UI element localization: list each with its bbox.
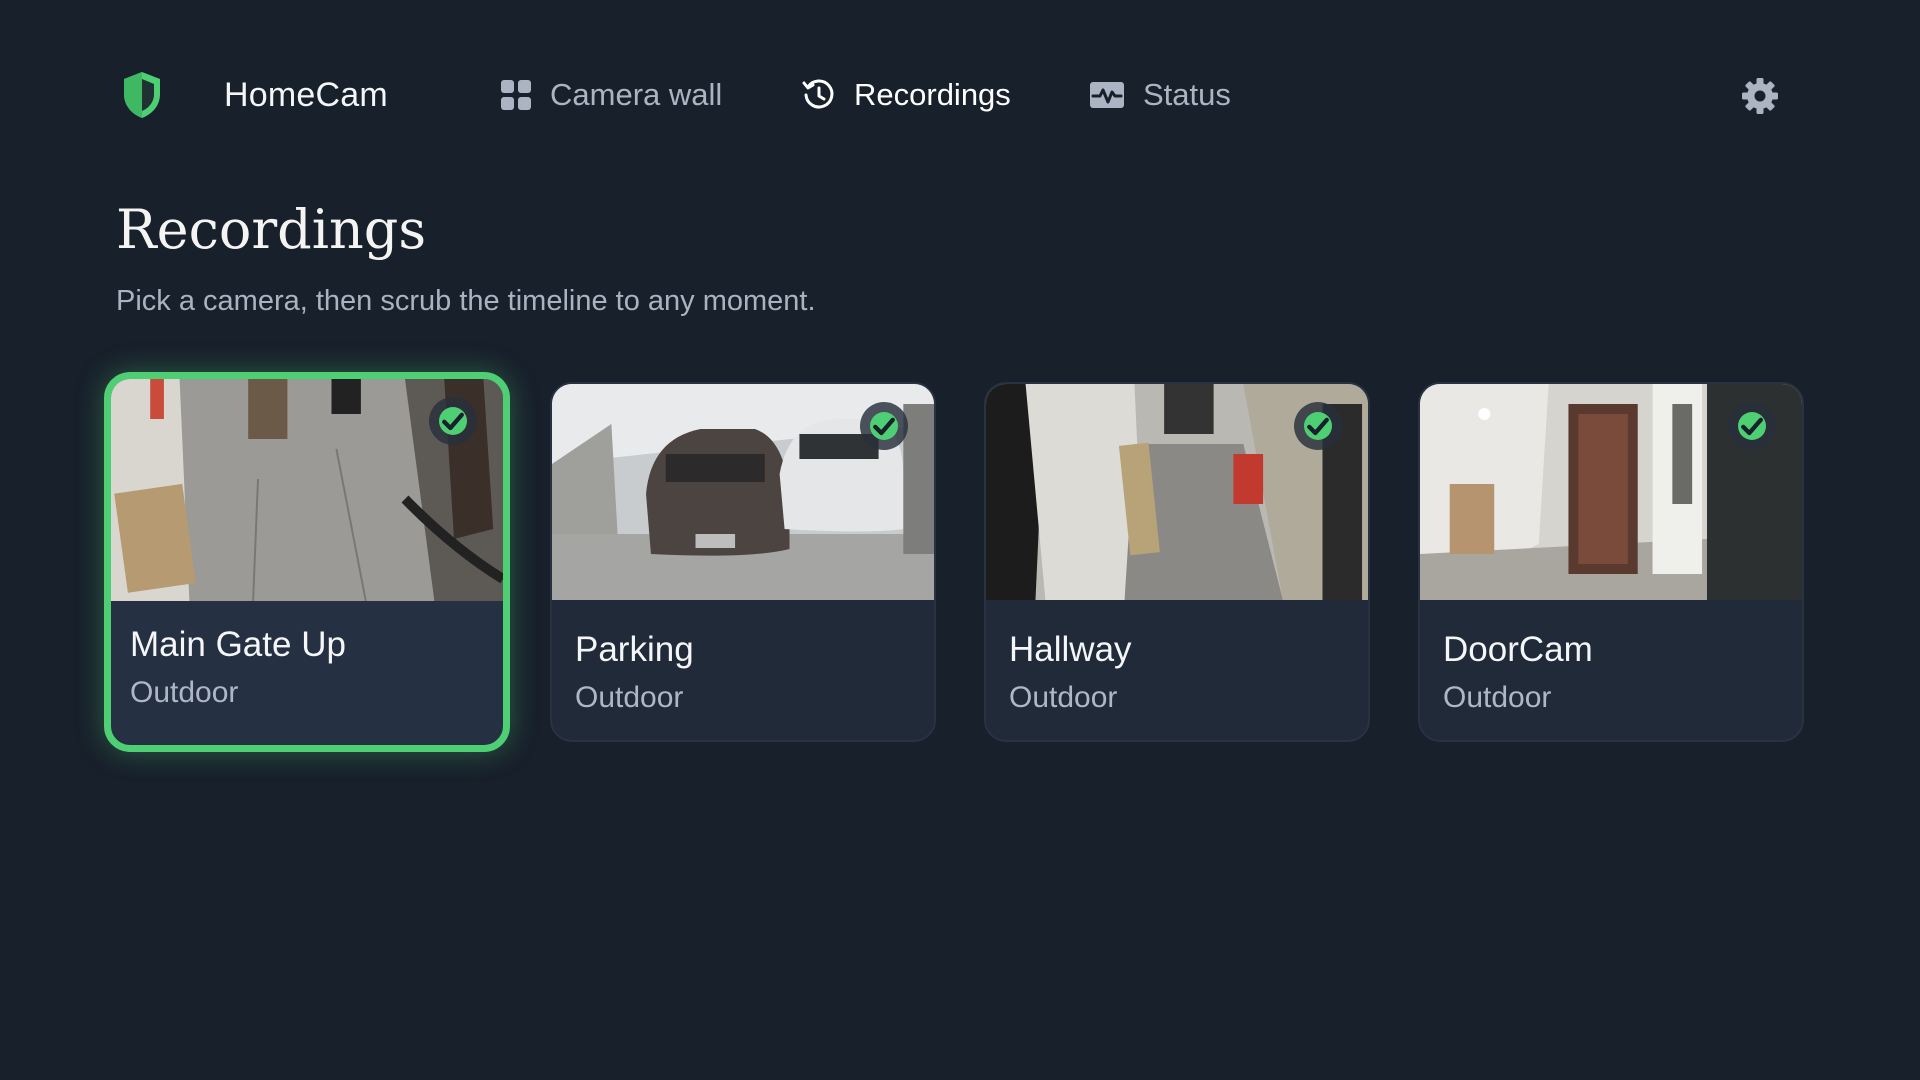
check-circle-icon bbox=[1304, 412, 1332, 440]
activity-icon bbox=[1090, 82, 1124, 108]
check-circle-icon bbox=[870, 412, 898, 440]
camera-card-doorcam[interactable]: DoorCam Outdoor bbox=[1418, 382, 1804, 742]
online-status-badge bbox=[860, 402, 908, 450]
camera-name: Main Gate Up bbox=[130, 625, 346, 664]
nav-status-label: Status bbox=[1143, 77, 1231, 112]
camera-type: Outdoor bbox=[1009, 681, 1118, 714]
top-nav-bar: HomeCam Camera wall Recordings Status bbox=[0, 0, 1920, 190]
nav-camera-wall[interactable]: Camera wall bbox=[500, 72, 722, 118]
camera-name: DoorCam bbox=[1443, 630, 1593, 669]
gear-icon bbox=[1742, 78, 1778, 114]
camera-name: Parking bbox=[575, 630, 694, 669]
nav-status[interactable]: Status bbox=[1089, 72, 1231, 118]
shield-logo-icon bbox=[124, 72, 160, 118]
page-title: Recordings bbox=[116, 198, 427, 261]
camera-thumbnail bbox=[986, 384, 1368, 600]
nav-recordings-label: Recordings bbox=[854, 77, 1011, 112]
camera-type: Outdoor bbox=[1443, 681, 1552, 714]
nav-recordings[interactable]: Recordings bbox=[802, 72, 1011, 118]
camera-card-parking[interactable]: Parking Outdoor bbox=[550, 382, 936, 742]
page-subtitle: Pick a camera, then scrub the timeline t… bbox=[116, 285, 816, 317]
camera-card-main-gate-up[interactable]: Main Gate Up Outdoor bbox=[104, 372, 510, 752]
online-status-badge bbox=[1728, 402, 1776, 450]
history-icon bbox=[802, 79, 834, 109]
camera-thumbnail bbox=[111, 379, 503, 601]
camera-type: Outdoor bbox=[575, 681, 684, 714]
brand[interactable]: HomeCam bbox=[120, 70, 388, 120]
settings-button[interactable] bbox=[1740, 76, 1780, 116]
camera-thumbnail bbox=[1420, 384, 1802, 600]
check-circle-icon bbox=[1738, 412, 1766, 440]
online-status-badge bbox=[1294, 402, 1342, 450]
camera-name: Hallway bbox=[1009, 630, 1132, 669]
check-circle-icon bbox=[439, 407, 467, 435]
app-name: HomeCam bbox=[224, 76, 388, 114]
online-status-badge bbox=[429, 397, 477, 445]
camera-type: Outdoor bbox=[130, 676, 239, 709]
nav-camera-wall-label: Camera wall bbox=[550, 77, 723, 112]
camera-thumbnail bbox=[552, 384, 934, 600]
grid-icon bbox=[501, 80, 531, 110]
camera-card-hallway[interactable]: Hallway Outdoor bbox=[984, 382, 1370, 742]
